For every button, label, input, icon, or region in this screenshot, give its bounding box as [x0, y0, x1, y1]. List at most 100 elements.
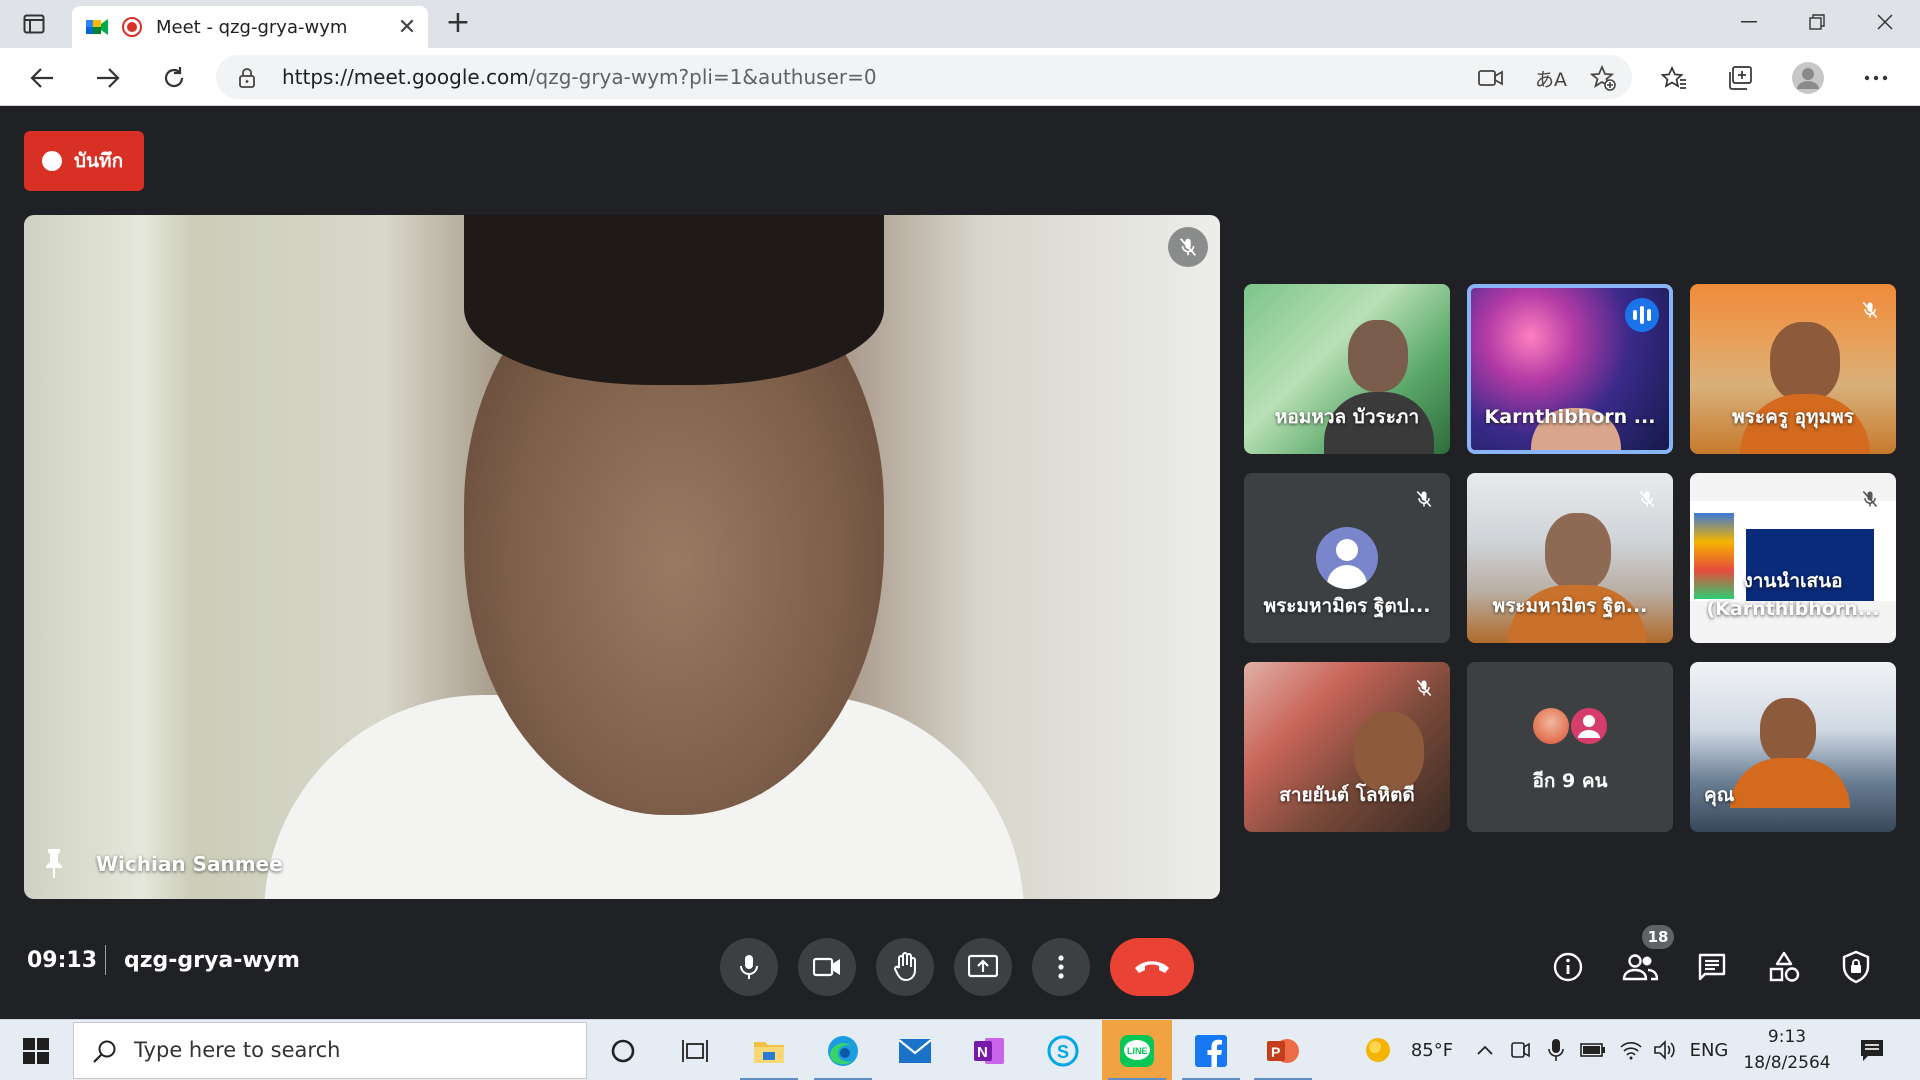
default-avatar-icon	[1316, 527, 1378, 589]
taskbar-clock[interactable]: 9:13 18/8/2564	[1742, 1024, 1832, 1076]
lock-icon[interactable]	[236, 67, 258, 89]
participant-avatar-thumbnail	[1531, 706, 1571, 746]
participant-tile[interactable]: พระมหามิตร ฐิต...	[1467, 473, 1673, 643]
forward-arrow-icon[interactable]	[90, 60, 126, 96]
camera-in-use-icon[interactable]	[1478, 65, 1504, 91]
present-screen-button[interactable]	[954, 938, 1012, 996]
weather-temperature[interactable]: 85°F	[1402, 1036, 1462, 1064]
meeting-controls-bar: 09:13 qzg-grya-wym 18	[0, 915, 1920, 1019]
meeting-code[interactable]: qzg-grya-wym	[124, 948, 300, 973]
divider	[105, 945, 106, 975]
profile-avatar-icon[interactable]	[1790, 60, 1826, 96]
url-path: /qzg-grya-wym?pli=1&authuser=0	[528, 65, 877, 89]
collections-icon[interactable]	[1722, 60, 1758, 96]
chat-icon	[1698, 953, 1726, 981]
tab-close-icon[interactable]: ✕	[392, 12, 422, 42]
raise-hand-icon	[894, 952, 916, 981]
participant-tile[interactable]: สายยันต์ โลหิตดี	[1244, 662, 1450, 832]
more-menu-icon[interactable]	[1858, 60, 1894, 96]
participant-name: พระมหามิตร ฐิตป...	[1263, 595, 1431, 617]
favorites-icon[interactable]	[1656, 60, 1692, 96]
main-video-tile[interactable]: Wichian Sanmee	[24, 215, 1220, 899]
activities-shapes-icon	[1769, 951, 1800, 982]
pin-icon[interactable]	[40, 847, 70, 881]
chat-button[interactable]	[1690, 945, 1734, 989]
presentation-tile[interactable]: งานนำเสนอ (Karnthibhorn...	[1690, 473, 1896, 643]
task-view-icon[interactable]	[660, 1020, 730, 1080]
camera-button[interactable]	[798, 938, 856, 996]
skype-icon[interactable]: S	[1028, 1020, 1098, 1080]
tile-person	[1348, 320, 1408, 392]
participant-name: พระมหามิตร ฐิต...	[1492, 595, 1648, 617]
recording-badge[interactable]: บันทึก	[24, 131, 144, 191]
raise-hand-button[interactable]	[876, 938, 934, 996]
tab-recording-icon	[122, 17, 142, 37]
minimize-icon[interactable]	[1722, 0, 1776, 44]
mic-off-icon	[1854, 483, 1886, 515]
chevron-up-icon[interactable]	[1472, 1036, 1498, 1064]
input-language[interactable]: ENG	[1684, 1036, 1734, 1064]
onenote-icon[interactable]: N	[954, 1020, 1024, 1080]
participant-name: พระครู อุทุมพร	[1732, 406, 1854, 428]
back-arrow-icon[interactable]	[24, 60, 60, 96]
windows-start-button[interactable]	[0, 1020, 72, 1080]
facebook-icon[interactable]	[1176, 1020, 1246, 1080]
tile-person	[1545, 513, 1611, 591]
tab-title: Meet - qzg-grya-wym	[156, 16, 348, 38]
translate-icon[interactable]: あA	[1534, 65, 1568, 91]
tab-actions-icon[interactable]	[18, 12, 50, 36]
end-call-icon	[1135, 961, 1169, 973]
address-bar[interactable]: https://meet.google.com/qzg-grya-wym?pli…	[216, 55, 1632, 99]
participant-tile[interactable]: หอมหวล บัวระภา	[1244, 284, 1450, 454]
file-explorer-icon[interactable]	[734, 1020, 804, 1080]
activities-button[interactable]	[1762, 945, 1806, 989]
speaking-indicator-icon	[1625, 298, 1659, 332]
browser-tab-meet[interactable]: Meet - qzg-grya-wym ✕	[72, 6, 428, 48]
participant-tile[interactable]: พระมหามิตร ฐิตป...	[1244, 473, 1450, 643]
participants-button[interactable]	[1618, 945, 1662, 989]
line-app-icon[interactable]: LINE	[1102, 1020, 1172, 1080]
browser-tab-bar: Meet - qzg-grya-wym ✕ +	[0, 0, 1920, 48]
mail-icon[interactable]	[880, 1020, 950, 1080]
participant-tile[interactable]: พระครู อุทุมพร	[1690, 284, 1896, 454]
more-participants-tile[interactable]: อีก 9 คน	[1467, 662, 1673, 832]
microphone-button[interactable]	[720, 938, 778, 996]
cortana-icon[interactable]	[588, 1020, 658, 1080]
meeting-time: 09:13	[27, 948, 98, 973]
volume-icon[interactable]	[1650, 1036, 1680, 1064]
participant-tile-speaking[interactable]: Karnthibhorn ...	[1467, 284, 1673, 454]
video-hair	[464, 215, 884, 385]
url-text[interactable]: https://meet.google.com/qzg-grya-wym?pli…	[282, 65, 877, 89]
restore-icon[interactable]	[1790, 0, 1844, 44]
self-view-tile[interactable]: คุณ	[1690, 662, 1896, 832]
svg-text:P: P	[1271, 1044, 1280, 1060]
shield-lock-icon	[1842, 950, 1870, 984]
people-icon	[1622, 954, 1658, 981]
weather-sun-icon[interactable]	[1362, 1036, 1394, 1064]
meeting-details-button[interactable]	[1546, 945, 1590, 989]
mic-off-icon	[1408, 672, 1440, 704]
powerpoint-icon[interactable]: P	[1248, 1020, 1318, 1080]
info-icon	[1553, 952, 1583, 982]
end-call-button[interactable]	[1110, 938, 1194, 996]
mic-off-icon	[1408, 483, 1440, 515]
meet-now-icon[interactable]	[1506, 1036, 1534, 1064]
notifications-icon[interactable]	[1854, 1036, 1890, 1064]
video-camera-icon	[813, 957, 840, 977]
wifi-icon[interactable]	[1616, 1036, 1646, 1064]
more-options-button[interactable]	[1032, 938, 1090, 996]
taskbar-date: 18/8/2564	[1743, 1053, 1831, 1073]
url-host: https://meet.google.com	[282, 65, 529, 89]
reload-icon[interactable]	[156, 60, 192, 96]
host-controls-button[interactable]	[1834, 945, 1878, 989]
battery-icon[interactable]	[1578, 1036, 1608, 1064]
window-close-icon[interactable]	[1858, 0, 1912, 44]
add-favorite-icon[interactable]	[1590, 65, 1616, 91]
microphone-in-use-icon[interactable]	[1542, 1036, 1570, 1064]
mic-off-icon	[1168, 227, 1208, 267]
new-tab-button[interactable]: +	[442, 8, 474, 38]
svg-text:LINE: LINE	[1127, 1046, 1148, 1056]
taskbar-search-box[interactable]: Type here to search	[73, 1022, 587, 1079]
search-icon	[92, 1039, 118, 1065]
edge-browser-icon[interactable]	[808, 1020, 878, 1080]
